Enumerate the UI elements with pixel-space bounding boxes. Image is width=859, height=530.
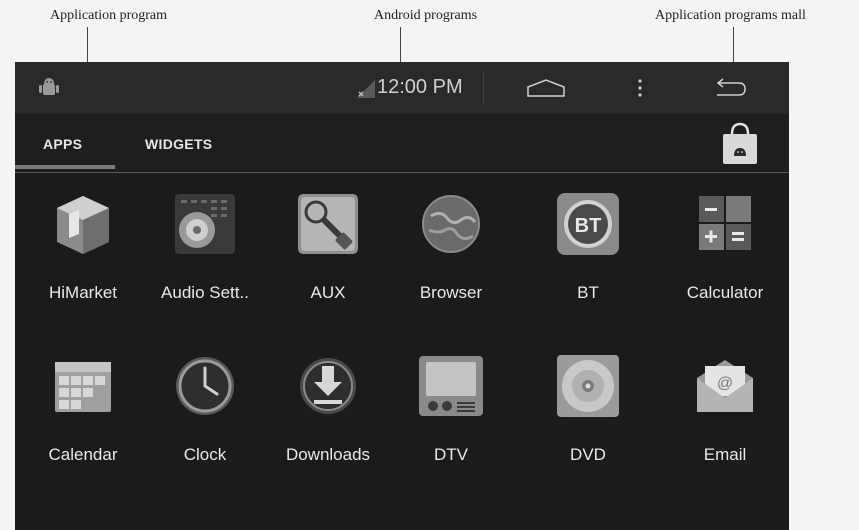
dvd-icon bbox=[557, 355, 619, 417]
tab-widgets[interactable]: WIDGETS bbox=[145, 136, 212, 152]
tab-apps[interactable]: APPS bbox=[43, 136, 82, 152]
app-dtv[interactable]: DTV bbox=[391, 352, 511, 492]
clock-icon bbox=[176, 357, 234, 415]
app-label: HiMarket bbox=[48, 283, 117, 302]
himarket-icon bbox=[57, 196, 109, 254]
app-label: Audio Sett.. bbox=[161, 283, 249, 302]
app-label: Browser bbox=[419, 283, 483, 302]
callout-application-program: Application program bbox=[50, 8, 168, 23]
home-icon[interactable] bbox=[525, 78, 567, 103]
app-label: Email bbox=[703, 445, 747, 464]
dtv-icon bbox=[419, 356, 483, 416]
app-audio-settings[interactable]: Audio Sett.. bbox=[145, 190, 265, 330]
shopping-bag-icon[interactable] bbox=[720, 120, 760, 171]
app-email[interactable]: @ Email bbox=[665, 352, 785, 492]
app-calculator[interactable]: Calculator bbox=[665, 190, 785, 330]
tabs-bar: APPS WIDGETS bbox=[15, 114, 789, 172]
callout-line bbox=[733, 27, 734, 65]
calculator-icon bbox=[699, 196, 751, 250]
callout-app-store: Application programs mall bbox=[655, 8, 806, 23]
downloads-icon bbox=[300, 358, 356, 414]
app-calendar[interactable]: Calendar bbox=[23, 352, 143, 492]
app-label: Downloads bbox=[285, 445, 371, 464]
android-debug-icon[interactable] bbox=[37, 76, 61, 105]
app-label: DVD bbox=[570, 445, 606, 464]
app-bt[interactable]: BT BT bbox=[528, 190, 648, 330]
app-aux[interactable]: AUX bbox=[268, 190, 388, 330]
audio-settings-icon bbox=[175, 194, 235, 254]
callout-line bbox=[87, 27, 88, 65]
app-browser[interactable]: Browser bbox=[391, 190, 511, 330]
aux-icon bbox=[298, 194, 358, 254]
svg-text:BT: BT bbox=[575, 215, 602, 237]
app-label: Calendar bbox=[48, 445, 118, 464]
bt-icon: BT bbox=[557, 193, 619, 255]
tab-selected-indicator bbox=[15, 165, 115, 169]
no-signal-icon bbox=[355, 78, 377, 105]
browser-icon bbox=[422, 195, 480, 253]
calendar-icon bbox=[55, 362, 111, 412]
app-label: BT bbox=[577, 283, 599, 302]
app-label: AUX bbox=[310, 283, 346, 302]
tabs-divider bbox=[15, 172, 789, 173]
callout-line bbox=[400, 27, 401, 65]
app-dvd[interactable]: DVD bbox=[528, 352, 648, 492]
device-screen: 12:00 PM APPS WIDGETS HiMarket Audio Set… bbox=[15, 62, 789, 530]
back-icon[interactable] bbox=[711, 78, 749, 105]
svg-text:@: @ bbox=[717, 375, 733, 392]
menu-dots-icon[interactable] bbox=[637, 78, 643, 103]
app-clock[interactable]: Clock bbox=[145, 352, 265, 492]
status-divider bbox=[483, 72, 484, 104]
app-downloads[interactable]: Downloads bbox=[268, 352, 388, 492]
callout-android-programs: Android programs bbox=[374, 8, 478, 23]
email-icon: @ bbox=[697, 360, 753, 412]
app-label: Clock bbox=[183, 445, 227, 464]
clock-time: 12:00 PM bbox=[377, 76, 463, 98]
status-bar: 12:00 PM bbox=[15, 62, 789, 115]
app-label: Calculator bbox=[686, 283, 764, 302]
app-label: DTV bbox=[434, 445, 468, 464]
app-himarket[interactable]: HiMarket bbox=[23, 190, 143, 330]
